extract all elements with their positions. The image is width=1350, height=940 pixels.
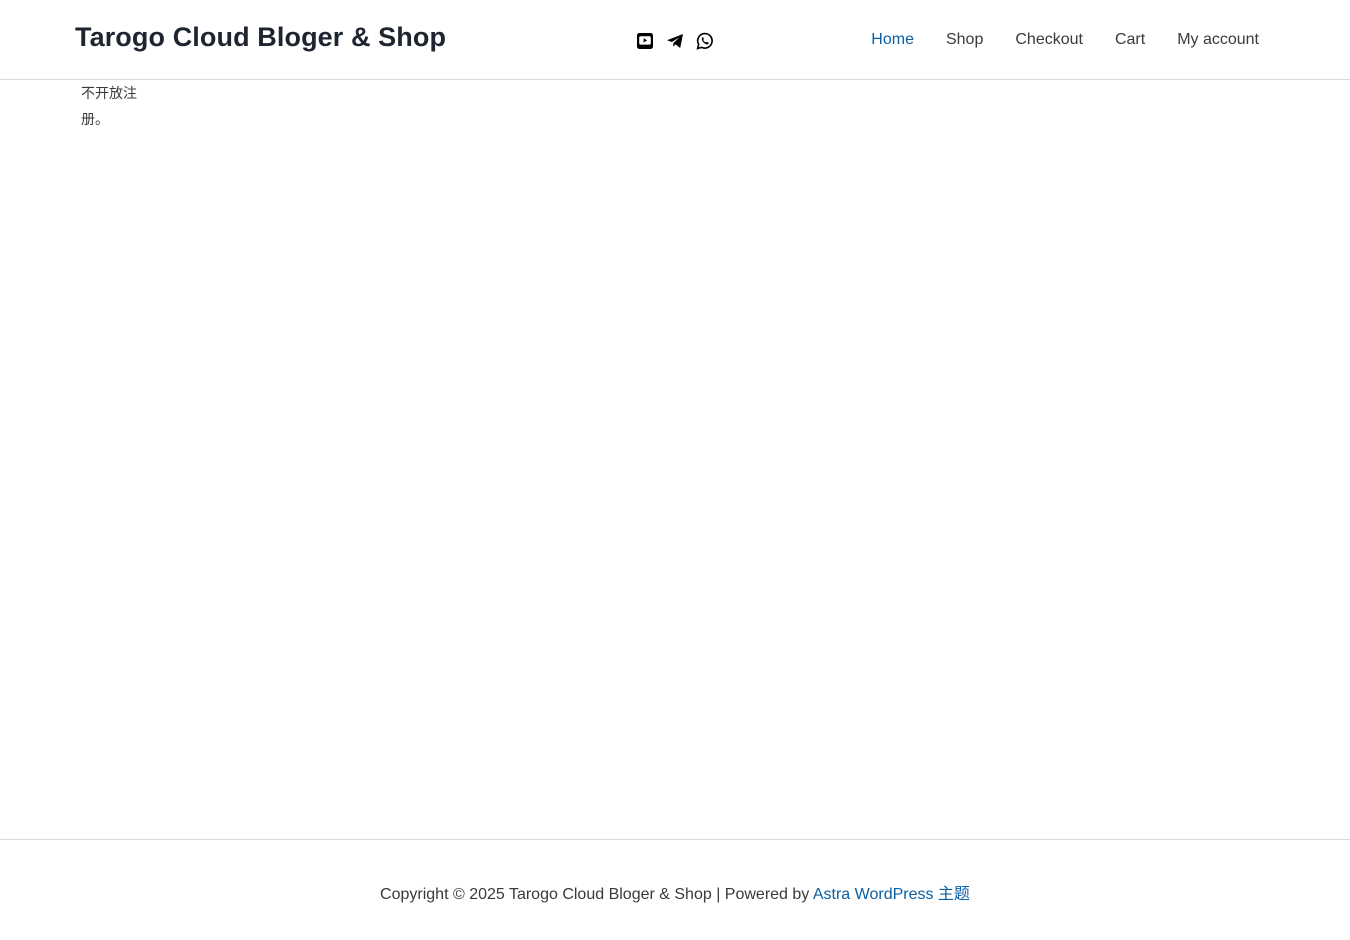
nav-cart[interactable]: Cart bbox=[1115, 30, 1145, 50]
footer-copyright: Copyright © 2025 Tarogo Cloud Bloger & S… bbox=[0, 880, 1350, 904]
site-footer: Copyright © 2025 Tarogo Cloud Bloger & S… bbox=[0, 839, 1350, 940]
nav-checkout[interactable]: Checkout bbox=[1015, 30, 1083, 50]
youtube-icon bbox=[637, 33, 653, 49]
nav-shop[interactable]: Shop bbox=[946, 30, 983, 50]
astra-theme-link[interactable]: Astra WordPress 主题 bbox=[813, 886, 970, 903]
main-content: 不开放注册。 bbox=[81, 81, 151, 133]
registration-closed-message: 不开放注册。 bbox=[81, 86, 137, 128]
youtube-link[interactable] bbox=[636, 32, 654, 50]
page: Tarogo Cloud Bloger & Shop Home Shop Che… bbox=[0, 0, 1350, 940]
site-header: Tarogo Cloud Bloger & Shop Home Shop Che… bbox=[0, 0, 1350, 80]
nav-home[interactable]: Home bbox=[871, 30, 914, 50]
social-icons bbox=[636, 32, 714, 50]
copyright-text: Copyright © 2025 Tarogo Cloud Bloger & S… bbox=[380, 886, 813, 903]
main-navigation: Home Shop Checkout Cart My account bbox=[871, 30, 1259, 50]
nav-my-account[interactable]: My account bbox=[1177, 30, 1259, 50]
telegram-icon bbox=[667, 34, 683, 48]
telegram-link[interactable] bbox=[666, 32, 684, 50]
whatsapp-icon bbox=[696, 32, 713, 50]
site-title-link[interactable]: Tarogo Cloud Bloger & Shop bbox=[75, 22, 446, 53]
whatsapp-link[interactable] bbox=[696, 32, 714, 50]
